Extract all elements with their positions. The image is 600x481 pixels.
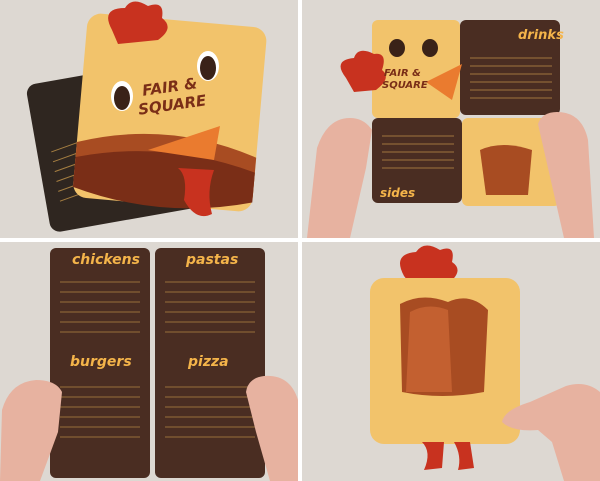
section-burgers: burgers — [70, 354, 132, 370]
closed-menu-illustration — [26, 1, 267, 232]
closed-menu-photo: FAIR & SQUARE — [0, 0, 298, 238]
cover-logo-line-1: FAIR & — [384, 68, 421, 79]
section-pastas: pastas — [186, 252, 239, 268]
back-cover-photo — [302, 242, 600, 481]
open-menu-illustration — [0, 248, 298, 481]
section-sides: sides — [380, 186, 416, 200]
back-cover-illustration — [370, 245, 600, 481]
section-chickens: chickens — [72, 252, 140, 268]
section-pizza: pizza — [188, 354, 229, 370]
opening-menu-photo: drinks sides FAIR & SQUARE — [302, 0, 600, 238]
section-drinks: drinks — [518, 28, 564, 43]
photo-collage: FAIR & SQUARE drinks sides FAIR & SQUARE… — [0, 0, 600, 481]
open-menu-photo: chickens pastas burgers pizza — [0, 242, 298, 481]
cover-logo-line-2: SQUARE — [382, 80, 428, 91]
